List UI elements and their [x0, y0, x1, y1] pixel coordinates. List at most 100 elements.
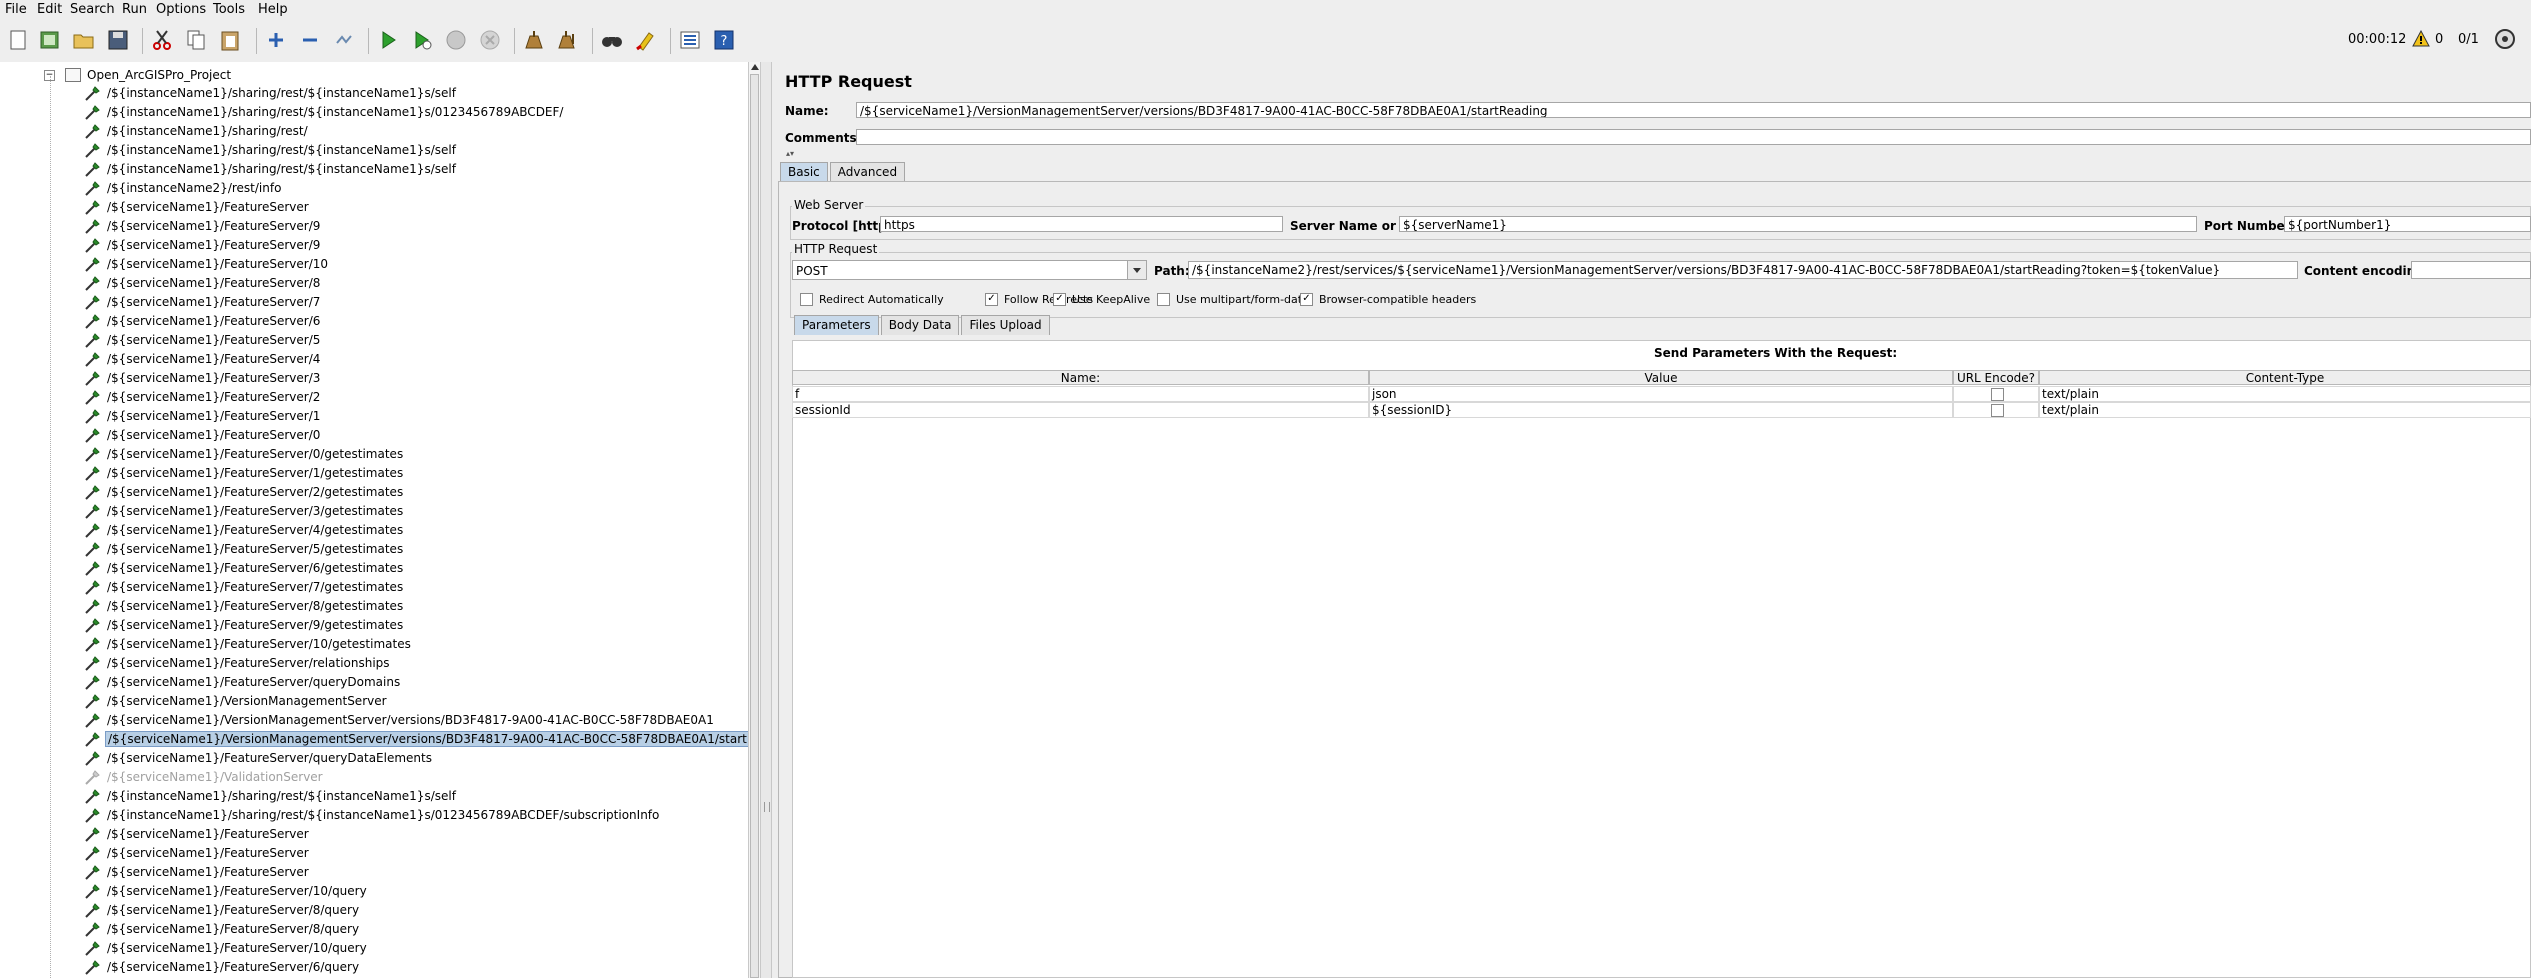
checkbox-option[interactable]: ✓ Use KeepAlive: [1053, 293, 1150, 306]
clear-icon[interactable]: [520, 26, 548, 54]
tree-item[interactable]: /${serviceName1}/FeatureServer/8: [84, 274, 322, 292]
tree-item[interactable]: /${serviceName1}/FeatureServer/8/query: [84, 901, 361, 919]
tree-item[interactable]: /${serviceName1}/FeatureServer/3: [84, 369, 322, 387]
paste-icon[interactable]: [216, 26, 244, 54]
tree-item[interactable]: /${serviceName1}/VersionManagementServer: [84, 692, 389, 710]
tab-advanced[interactable]: Advanced: [829, 162, 906, 182]
clear-all-icon[interactable]: [554, 26, 582, 54]
tree-item[interactable]: /${instanceName1}/sharing/rest/${instanc…: [84, 84, 458, 102]
reset-search-icon[interactable]: [632, 26, 660, 54]
checkbox-option[interactable]: ✓ Browser-compatible headers: [1300, 293, 1476, 306]
server-field[interactable]: ${serverName1}: [1399, 216, 2197, 232]
param-cell-value[interactable]: ${sessionID}: [1369, 402, 1953, 418]
warning-icon[interactable]: [2412, 29, 2430, 50]
tree-item[interactable]: /${serviceName1}/FeatureServer/10/getest…: [84, 635, 413, 653]
expand-icon[interactable]: [262, 26, 290, 54]
tree-item[interactable]: /${serviceName1}/FeatureServer/2: [84, 388, 322, 406]
tree-item[interactable]: /${serviceName1}/FeatureServer/0: [84, 426, 322, 444]
stop-icon[interactable]: [442, 26, 470, 54]
name-field[interactable]: /${serviceName1}/VersionManagementServer…: [856, 102, 2531, 118]
url-encode-checkbox[interactable]: [1990, 404, 2004, 417]
tree-item[interactable]: /${serviceName1}/VersionManagementServer…: [84, 730, 799, 748]
port-field[interactable]: ${portNumber1}: [2284, 216, 2531, 232]
start-icon[interactable]: [374, 26, 402, 54]
tree-item[interactable]: /${instanceName1}/sharing/rest/${instanc…: [84, 141, 458, 159]
remote-engine-icon[interactable]: [2494, 28, 2516, 53]
tree-item[interactable]: /${serviceName1}/FeatureServer/queryDoma…: [84, 673, 402, 691]
cut-icon[interactable]: [148, 26, 176, 54]
path-field[interactable]: /${instanceName2}/rest/services/${servic…: [1188, 261, 2298, 279]
param-cell-value[interactable]: json: [1369, 386, 1953, 402]
tree-item[interactable]: /${serviceName1}/FeatureServer/10: [84, 255, 330, 273]
tree-item[interactable]: /${serviceName1}/FeatureServer/relations…: [84, 654, 392, 672]
tree-item[interactable]: /${serviceName1}/FeatureServer/6/getesti…: [84, 559, 405, 577]
column-name[interactable]: Name:: [792, 370, 1369, 385]
tree-item[interactable]: /${serviceName1}/FeatureServer/5/getesti…: [84, 540, 405, 558]
tree-item[interactable]: /${serviceName1}/FeatureServer/0/getesti…: [84, 445, 405, 463]
tree-item[interactable]: /${serviceName1}/FeatureServer/6/query: [84, 958, 361, 976]
tab-body-data[interactable]: Body Data: [880, 315, 960, 335]
tree-item[interactable]: /${serviceName1}/FeatureServer/queryData…: [84, 749, 434, 767]
tree-item[interactable]: /${serviceName1}/FeatureServer: [84, 825, 311, 843]
param-cell-encode[interactable]: [1953, 386, 2039, 402]
menu-tools[interactable]: Tools: [213, 2, 245, 17]
tree-item[interactable]: /${serviceName1}/FeatureServer/8/query: [84, 920, 361, 938]
tree-item[interactable]: /${instanceName1}/sharing/rest/${instanc…: [84, 787, 458, 805]
save-icon[interactable]: [104, 26, 132, 54]
comments-field[interactable]: [856, 129, 2531, 145]
tree-root[interactable]: − Open_ArcGISPro_Project: [44, 67, 231, 83]
menu-run[interactable]: Run: [122, 2, 147, 17]
scroll-thumb[interactable]: [750, 74, 759, 978]
param-cell-content-type[interactable]: text/plain: [2039, 386, 2531, 402]
tree-item[interactable]: /${serviceName1}/FeatureServer/2/getesti…: [84, 483, 405, 501]
tree-item[interactable]: /${instanceName1}/sharing/rest/${instanc…: [84, 160, 458, 178]
checked-icon[interactable]: ✓: [985, 293, 998, 306]
checkbox-option[interactable]: Redirect Automatically: [800, 293, 944, 306]
tree-item[interactable]: /${serviceName1}/FeatureServer/10/query: [84, 882, 369, 900]
tree-item[interactable]: /${serviceName1}/FeatureServer/9/getesti…: [84, 616, 405, 634]
tree-item[interactable]: /${instanceName1}/sharing/rest/${instanc…: [84, 806, 661, 824]
tab-parameters[interactable]: Parameters: [794, 315, 879, 335]
pane-splitter[interactable]: [760, 62, 772, 978]
tree-item[interactable]: /${instanceName1}/sharing/rest/: [84, 122, 310, 140]
tree-item[interactable]: /${serviceName1}/FeatureServer/9: [84, 236, 322, 254]
templates-icon[interactable]: [36, 26, 64, 54]
tab-files-upload[interactable]: Files Upload: [961, 315, 1050, 335]
checkbox-option[interactable]: Use multipart/form-data: [1157, 293, 1309, 306]
tree-item[interactable]: /${serviceName1}/FeatureServer/4: [84, 350, 322, 368]
copy-icon[interactable]: [182, 26, 210, 54]
menu-file[interactable]: File: [5, 2, 27, 17]
column-value[interactable]: Value: [1369, 370, 1953, 385]
tree-item[interactable]: /${instanceName1}/sharing/rest/${instanc…: [84, 103, 565, 121]
param-cell-content-type[interactable]: text/plain: [2039, 402, 2531, 418]
checked-icon[interactable]: ✓: [1053, 293, 1066, 306]
tree-item[interactable]: /${serviceName1}/FeatureServer/10/query: [84, 939, 369, 957]
protocol-field[interactable]: https: [880, 216, 1283, 232]
search-icon[interactable]: [598, 26, 626, 54]
tree-item[interactable]: /${serviceName1}/FeatureServer/7/getesti…: [84, 578, 405, 596]
tree-item[interactable]: /${serviceName1}/FeatureServer: [84, 198, 311, 216]
param-cell-name[interactable]: f: [792, 386, 1369, 402]
menu-options[interactable]: Options: [156, 2, 206, 17]
tree-item[interactable]: /${serviceName1}/FeatureServer/5: [84, 331, 322, 349]
url-encode-checkbox[interactable]: [1990, 388, 2004, 401]
param-cell-encode[interactable]: [1953, 402, 2039, 418]
splitter-grip[interactable]: [764, 802, 770, 812]
start-no-pause-icon[interactable]: [408, 26, 436, 54]
tree-item[interactable]: /${serviceName1}/FeatureServer/6: [84, 312, 322, 330]
tree-item[interactable]: /${instanceName2}/rest/info: [84, 179, 283, 197]
tree-item[interactable]: /${serviceName1}/ValidationServer: [84, 768, 325, 786]
tree-item[interactable]: /${serviceName1}/FeatureServer/1/getesti…: [84, 464, 405, 482]
expand-arrows-icon[interactable]: ▴▾: [786, 150, 798, 158]
tree-item[interactable]: /${serviceName1}/FeatureServer/4/getesti…: [84, 521, 405, 539]
tree-item[interactable]: /${serviceName1}/FeatureServer/7: [84, 293, 322, 311]
tree-item[interactable]: /${serviceName1}/FeatureServer/3/getesti…: [84, 502, 405, 520]
menu-help[interactable]: Help: [258, 2, 288, 17]
open-icon[interactable]: [70, 26, 98, 54]
chevron-down-icon[interactable]: [1127, 261, 1146, 279]
tree-item[interactable]: /${serviceName1}/FeatureServer/1: [84, 407, 322, 425]
tab-basic[interactable]: Basic: [780, 162, 828, 182]
menu-search[interactable]: Search: [70, 2, 115, 17]
column-content-type[interactable]: Content-Type: [2039, 370, 2531, 385]
help-icon[interactable]: ?: [710, 26, 738, 54]
